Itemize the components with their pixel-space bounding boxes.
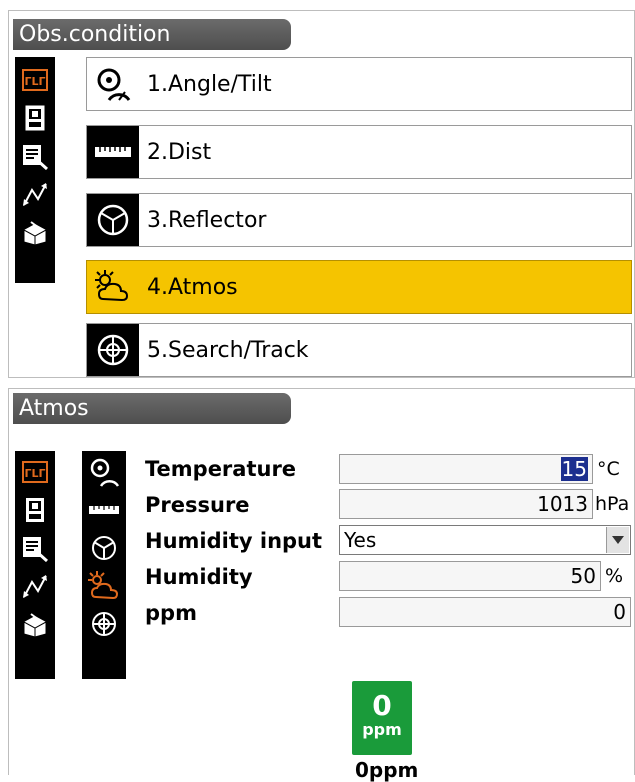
edit-notes-icon[interactable] — [18, 137, 52, 175]
menu-item-angle-tilt[interactable]: 1.Angle/Tilt — [86, 57, 632, 111]
pressure-value: 1013 — [537, 492, 588, 516]
menu-label: 1.Angle/Tilt — [147, 71, 272, 97]
measure-arrows-icon[interactable] — [18, 175, 52, 213]
ppm-caption: 0ppm — [355, 758, 419, 782]
menu-item-dist[interactable]: 2.Dist — [86, 125, 632, 179]
angle-tilt-icon — [87, 58, 139, 110]
pressure-unit: hPa — [595, 493, 630, 515]
ppm-value: 0 — [613, 600, 626, 624]
angle-tilt-icon[interactable] — [87, 453, 121, 491]
humidity-input-select[interactable]: Yes — [339, 525, 631, 555]
category-sidebar: ΓLΓ — [15, 451, 55, 679]
menu-item-search-track[interactable]: 5.Search/Track — [86, 323, 632, 377]
menu-label: 2.Dist — [147, 139, 212, 165]
tilt-symbol-icon[interactable]: ΓLΓ — [18, 61, 52, 99]
menu-label: 3.Reflector — [147, 207, 267, 233]
ruler-icon[interactable] — [87, 491, 121, 529]
menu-label: 5.Search/Track — [147, 337, 309, 363]
obs-condition-screen: Obs.condition ΓLΓ 1.Angle/Tilt 2.Dist 3.… — [8, 10, 635, 378]
reflector-icon — [87, 194, 139, 246]
ppm-badge-value: 0 — [372, 689, 392, 722]
screen-title: Obs.condition — [13, 19, 291, 50]
pressure-field[interactable]: 1013 — [339, 489, 593, 519]
svg-text:ΓLΓ: ΓLΓ — [24, 75, 45, 88]
instrument-icon[interactable] — [18, 491, 52, 529]
chevron-down-icon[interactable] — [606, 527, 629, 553]
atmos-screen: Atmos ΓLΓ Temperature 15 °C Pressure 101… — [8, 388, 635, 782]
ppm-label: ppm — [145, 601, 197, 625]
ppm-field[interactable]: 0 — [339, 597, 631, 627]
sun-cloud-icon — [87, 261, 139, 313]
menu-label: 4.Atmos — [147, 274, 238, 300]
crosshair-icon — [87, 324, 139, 376]
temperature-unit: °C — [597, 458, 620, 480]
temperature-field[interactable]: 15 — [339, 454, 593, 484]
humidity-field[interactable]: 50 — [339, 561, 601, 591]
ppm-badge-unit: ppm — [362, 720, 402, 739]
category-sidebar: ΓLΓ — [15, 57, 55, 283]
humidity-label: Humidity — [145, 565, 253, 589]
crosshair-icon[interactable] — [87, 605, 121, 643]
box-icon[interactable] — [18, 605, 52, 643]
humidity-input-value: Yes — [344, 528, 377, 552]
temperature-value: 15 — [560, 457, 588, 481]
sun-cloud-icon[interactable] — [87, 567, 121, 605]
instrument-icon[interactable] — [18, 99, 52, 137]
subcategory-sidebar — [82, 451, 126, 679]
menu-item-atmos[interactable]: 4.Atmos — [86, 260, 632, 314]
menu-item-reflector[interactable]: 3.Reflector — [86, 193, 632, 247]
screen-title: Atmos — [13, 393, 291, 424]
ruler-icon — [87, 126, 139, 178]
ppm-badge-button[interactable]: 0 ppm — [352, 681, 412, 755]
pressure-label: Pressure — [145, 493, 250, 517]
humidity-unit: % — [605, 565, 624, 587]
humidity-value: 50 — [570, 564, 596, 588]
edit-notes-icon[interactable] — [18, 529, 52, 567]
tilt-symbol-icon[interactable]: ΓLΓ — [18, 453, 52, 491]
box-icon[interactable] — [18, 213, 52, 251]
measure-arrows-icon[interactable] — [18, 567, 52, 605]
svg-text:ΓLΓ: ΓLΓ — [24, 467, 45, 480]
humidity-input-label: Humidity input — [145, 529, 323, 553]
reflector-icon[interactable] — [87, 529, 121, 567]
temperature-label: Temperature — [145, 457, 297, 481]
